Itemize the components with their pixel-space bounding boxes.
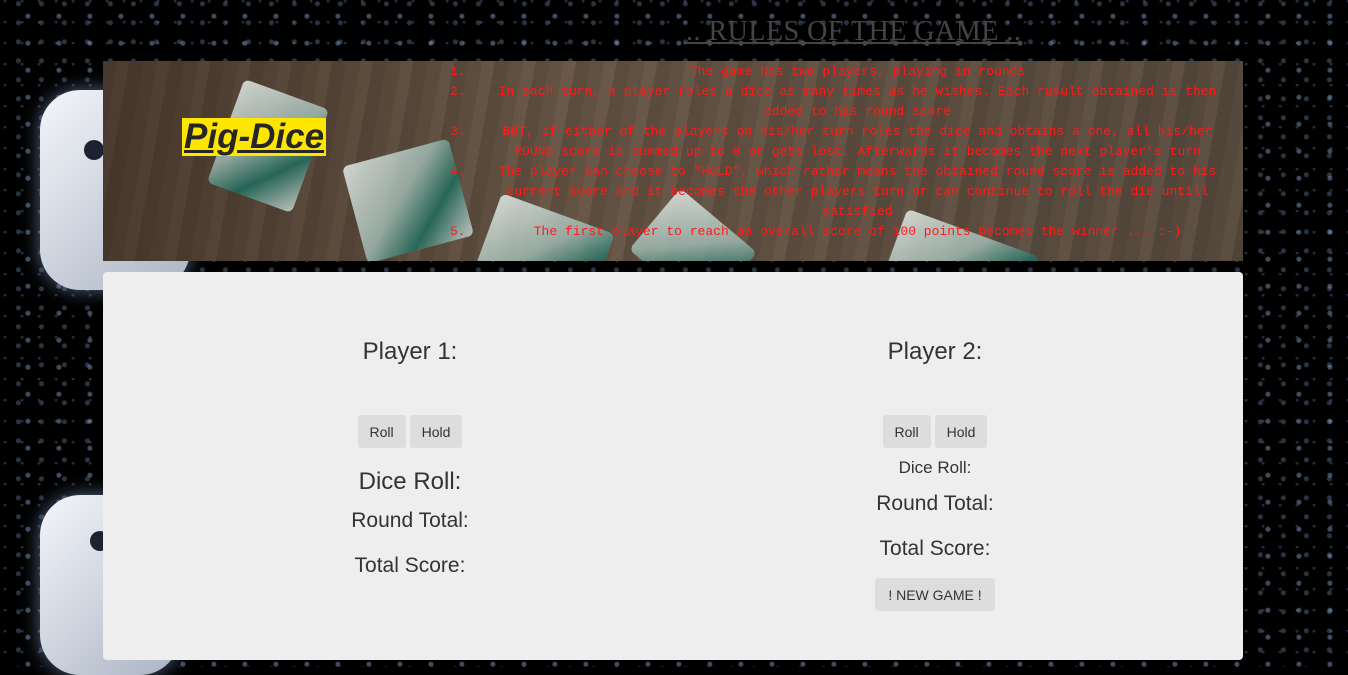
rule-item: 5. The first player to reach an overall s… bbox=[450, 222, 1235, 242]
player-2-round-total: Round Total: bbox=[876, 492, 994, 515]
rule-text: The player can choose to "HOLD", which r… bbox=[498, 164, 1217, 219]
player-1-roll-button[interactable]: Roll bbox=[357, 415, 406, 448]
rule-item: 4. The player can choose to "HOLD", which… bbox=[450, 162, 1235, 222]
player-2-hold-button[interactable]: Hold bbox=[934, 415, 988, 448]
new-game-button[interactable]: ! NEW GAME ! bbox=[875, 578, 995, 611]
player-1-hold-button[interactable]: Hold bbox=[409, 415, 463, 448]
rule-emphasis: BUT bbox=[502, 124, 526, 139]
player-2-controls: Roll Hold bbox=[835, 415, 1035, 448]
player-2-name: Player 2: bbox=[887, 338, 983, 365]
rule-number: 1. bbox=[450, 64, 466, 79]
rule-number: 2. bbox=[450, 84, 466, 99]
player-1-total-score: Total Score: bbox=[354, 554, 466, 577]
player-1-round-total: Round Total: bbox=[351, 509, 469, 532]
game-panel: Player 1: Roll Hold Dice Roll: Round Tot… bbox=[103, 272, 1243, 660]
rule-item: 3. BUT, if either of the players on his/h… bbox=[450, 122, 1235, 162]
rule-item: 1. The game has two players, playing in r… bbox=[450, 62, 1235, 82]
rules-title: .. RULES OF THE GAME .. bbox=[686, 16, 1022, 47]
player-2-dice-roll: Dice Roll: bbox=[898, 458, 972, 477]
player-1-dice-roll: Dice Roll: bbox=[358, 468, 462, 495]
player-2-roll-button[interactable]: Roll bbox=[882, 415, 931, 448]
player-1-name: Player 1: bbox=[362, 338, 458, 365]
rule-number: 5. bbox=[450, 224, 466, 239]
rule-number: 4. bbox=[450, 164, 466, 179]
player-2-total-score: Total Score: bbox=[879, 537, 991, 560]
rule-text: , if either of the players on his/her tu… bbox=[514, 124, 1213, 159]
player-1-controls: Roll Hold bbox=[310, 415, 510, 448]
app-logo[interactable]: Pig-Dice bbox=[182, 118, 327, 156]
rule-text: The first player to reach an overall sco… bbox=[533, 224, 1182, 239]
rule-item: 2. In each turn, a player roles a dice as… bbox=[450, 82, 1235, 122]
rule-text: In each turn, a player roles a dice as m… bbox=[498, 84, 1217, 119]
rule-text: The game has two players, playing in rou… bbox=[689, 64, 1026, 79]
rules-list: 1. The game has two players, playing in r… bbox=[450, 62, 1235, 242]
rule-number: 3. bbox=[450, 124, 466, 139]
